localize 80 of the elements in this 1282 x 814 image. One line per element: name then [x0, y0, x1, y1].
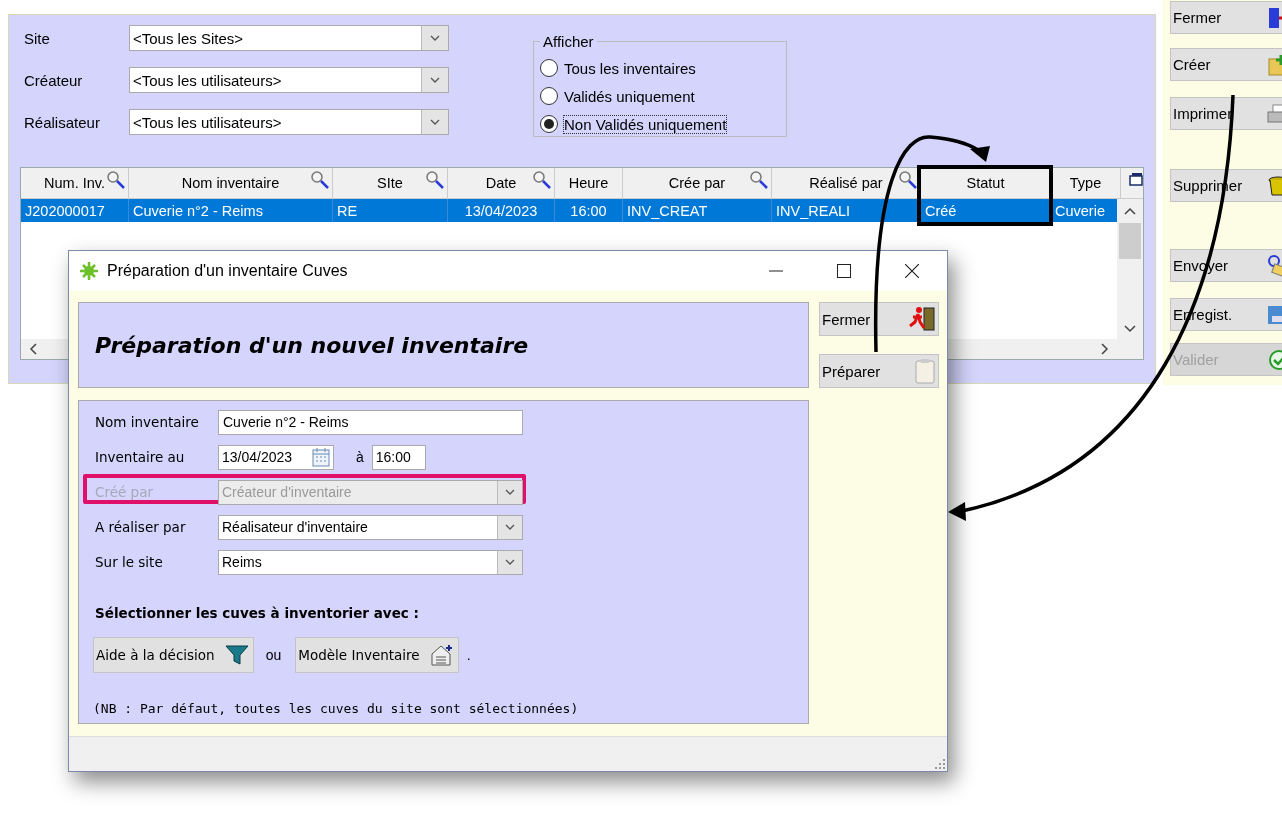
field-label: Inventaire au	[95, 449, 186, 465]
column-header[interactable]: Statut	[921, 168, 1051, 198]
dropdown-field[interactable]: Reims	[218, 549, 523, 575]
chevron-down-icon	[430, 35, 440, 41]
column-header[interactable]: Heure	[555, 168, 623, 198]
table-cell: Cuverie n°2 - Reims	[129, 199, 333, 222]
filter-label: Réalisateur	[23, 113, 101, 131]
scroll-left-icon[interactable]	[29, 343, 37, 355]
column-header[interactable]: Type	[1051, 168, 1121, 198]
filter-dropdown[interactable]: <Tous les utilisateurs>	[129, 67, 449, 93]
table-cell: INV_CREAT	[623, 199, 772, 222]
column-header[interactable]: Nom inventaire	[129, 168, 333, 198]
resize-grip-icon[interactable]	[935, 759, 945, 769]
chevron-down-icon	[505, 524, 515, 530]
side-button[interactable]: Fermer	[1170, 1, 1282, 34]
or-text: ou	[265, 647, 282, 663]
table-cell: J202000017	[21, 199, 129, 222]
calendar-icon[interactable]	[312, 447, 330, 467]
input-field[interactable]: Cuverie n°2 - Reims	[218, 409, 523, 435]
table-cell: INV_REALI	[772, 199, 921, 222]
radio-option[interactable]: Validés uniquement	[540, 82, 780, 110]
door-exit-icon	[1267, 5, 1282, 30]
envelope-at-icon	[1267, 253, 1282, 278]
field-label: Créé par	[95, 484, 154, 500]
scroll-down-icon[interactable]	[1124, 325, 1136, 333]
time-field[interactable]: 16:00	[371, 444, 426, 470]
table-cell: 13/04/2023	[448, 199, 555, 222]
running-exit-icon	[908, 306, 936, 332]
selection-title: Sélectionner les cuves à inventorier avec :	[95, 605, 420, 621]
scroll-right-icon[interactable]	[1101, 343, 1109, 355]
clipboard-icon	[914, 358, 936, 384]
column-header[interactable]: Num. Inv.	[21, 168, 129, 198]
selection-button[interactable]: Modèle Inventaire	[295, 637, 459, 673]
column-header[interactable]: SIte	[333, 168, 448, 198]
column-chooser-icon[interactable]	[1129, 172, 1143, 186]
scroll-up-icon[interactable]	[1124, 207, 1136, 215]
radio-button[interactable]	[540, 59, 558, 77]
funnel-icon	[224, 644, 249, 666]
printer-icon	[1267, 101, 1282, 126]
folder-plus-icon	[1267, 52, 1282, 77]
group-title: Afficher	[542, 33, 595, 50]
field-label: Sur le site	[95, 554, 164, 570]
bin-icon	[1267, 173, 1282, 198]
radio-button[interactable]	[540, 115, 558, 133]
table-cell: 16:00	[555, 199, 623, 222]
time-joiner: à	[356, 449, 364, 465]
column-header[interactable]: Crée par	[623, 168, 772, 198]
filter-dropdown[interactable]: <Tous les Sites>	[129, 25, 449, 51]
trailing-dot: .	[466, 647, 471, 663]
field-label: A réaliser par	[95, 519, 187, 535]
chevron-down-icon	[505, 489, 515, 495]
maximize-icon[interactable]	[837, 264, 851, 278]
column-header[interactable]: Réalisé par	[772, 168, 921, 198]
dialog-button[interactable]: Fermer	[819, 302, 939, 336]
radio-button[interactable]	[540, 87, 558, 105]
filter-label: Créateur	[23, 71, 84, 89]
scrollbar-thumb[interactable]	[1119, 223, 1141, 259]
filter-label: Site	[23, 29, 51, 47]
window-title: Préparation d'un inventaire Cuves	[107, 262, 348, 280]
radio-option[interactable]: Non Validés uniquement	[540, 110, 780, 138]
column-header[interactable]: Date	[448, 168, 555, 198]
note-text: (NB : Par défaut, toutes les cuves du site sont sélectionnées)	[93, 701, 580, 716]
gear-icon	[79, 261, 99, 281]
radio-option[interactable]: Tous les inventaires	[540, 54, 780, 82]
field-label: Nom inventaire	[95, 414, 200, 430]
house-document-icon	[429, 644, 454, 666]
vertical-scrollbar[interactable]	[1117, 199, 1143, 339]
dropdown-field[interactable]: Réalisateur d'inventaire	[218, 514, 523, 540]
table-cell: RE	[333, 199, 448, 222]
close-icon[interactable]	[905, 264, 919, 278]
chevron-down-icon	[505, 559, 515, 565]
table-cell: Créé	[921, 199, 1051, 222]
dialog-button[interactable]: Préparer	[819, 354, 939, 388]
side-button[interactable]: Créer	[1170, 48, 1282, 81]
selection-button[interactable]: Aide à la décision	[93, 637, 254, 673]
dialog-heading: Préparation d'un nouvel inventaire	[95, 332, 529, 358]
chevron-down-icon	[430, 119, 440, 125]
filter-dropdown[interactable]: <Tous les utilisateurs>	[129, 109, 449, 135]
date-field[interactable]: 13/04/2023	[218, 444, 334, 470]
chevron-down-icon	[430, 77, 440, 83]
